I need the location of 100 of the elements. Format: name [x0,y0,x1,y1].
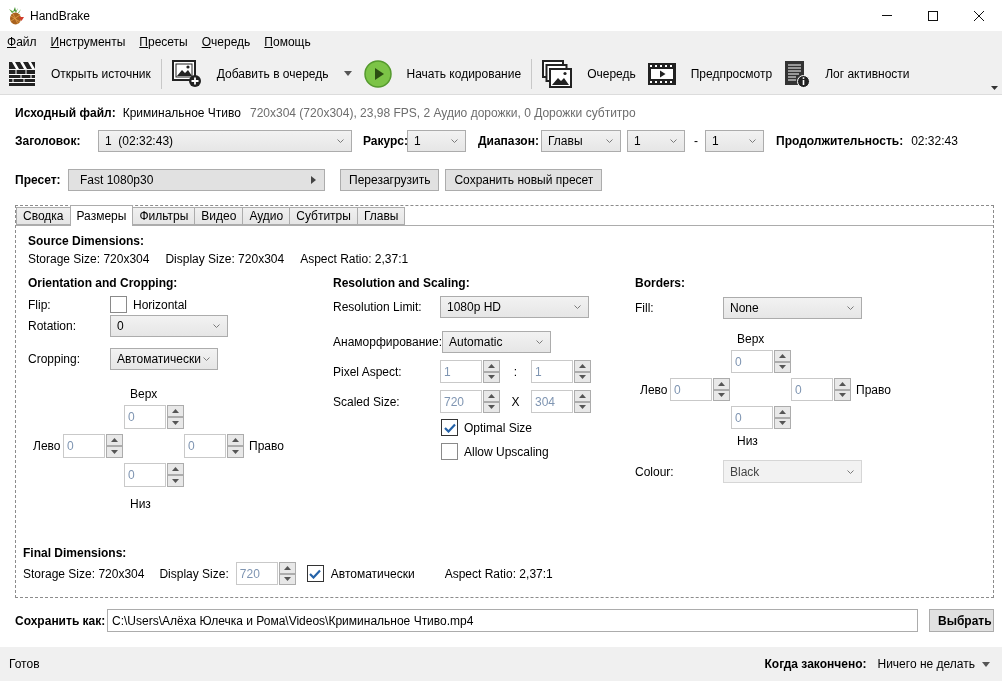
side-label: Низ [737,434,758,448]
down-arrow-icon [111,450,118,454]
spin-down-button[interactable] [106,446,123,458]
status-text: Готов [9,657,40,671]
side-label: Верх [737,332,765,346]
field-label: Диапазон: [478,134,540,148]
spin-up-button[interactable] [774,406,791,418]
maximize-icon [928,10,938,21]
spin-up-button[interactable] [483,390,500,402]
close-icon [974,10,984,21]
field-label: Заголовок: [15,134,82,148]
spin-up-button[interactable] [167,405,184,417]
tab[interactable]: Видео [194,207,244,225]
angle-dropdown[interactable]: 1 [407,130,466,152]
field-label: Flip: [28,297,52,312]
checkbox-label: Optimal Size [464,420,533,435]
section-heading: Final Dimensions: [23,546,127,560]
up-arrow-icon [283,565,291,570]
spin-up-button[interactable] [167,463,184,475]
toolbar-button[interactable]: Лог активности [778,55,916,92]
caret-down-icon [343,71,352,76]
film-frame-icon [647,61,676,86]
toolbar-button[interactable]: Очередь [536,55,642,92]
down-arrow-icon [779,365,786,370]
down-arrow-icon [579,405,586,410]
tab[interactable]: Субтитры [289,207,358,225]
up-arrow-icon [579,393,586,398]
range-mode-dropdown[interactable]: Главы [541,130,621,152]
spin-up-button[interactable] [483,360,500,372]
up-arrow-icon [111,438,118,442]
toolbar-button[interactable]: Открыть источник [2,55,157,92]
menu-item[interactable]: Помощь [257,33,318,51]
field-label: Fill: [635,301,655,315]
tab[interactable]: Размеры [69,205,134,226]
source-details: 720x304 (720x304), 23,98 FPS, 2 Аудио дорожки, 0 Дорожки субтитро [250,106,636,120]
checkbox[interactable] [441,419,458,436]
tab[interactable]: Главы [356,207,406,225]
down-arrow-icon [839,393,846,398]
title-dropdown[interactable]: 1 (02:32:43) [98,130,352,152]
tab[interactable]: Аудио [242,207,291,225]
range-end-dropdown[interactable]: 1 [705,130,764,152]
spin-up-button[interactable] [106,434,123,446]
menu-item[interactable]: Пресеты [132,33,195,51]
spin-up-button[interactable] [774,350,791,362]
preset-action-button[interactable]: Сохранить новый пресет [445,169,603,191]
chevron-down-icon [574,305,581,309]
menu-item[interactable]: Инструменты [43,33,133,51]
resolution-limit-dropdown[interactable]: 1080p HD [440,296,589,318]
spin-up-button[interactable] [834,378,851,390]
section-heading: Borders: [635,276,685,290]
checkbox-label: Автоматически [330,566,415,581]
when-done-dropdown[interactable]: Ничего не делать [877,657,990,671]
chevron-down-icon [847,469,854,474]
spin-down-button[interactable] [167,475,184,487]
value-separator: : [512,364,519,379]
toolbar-button[interactable]: Начать кодирование [357,55,528,92]
up-arrow-icon [488,393,495,398]
save-path-field[interactable]: C:\Users\Алёха Юлечка и Рома\Videos\Криминальное Чтиво.mp4 [107,609,918,632]
checkbox[interactable] [110,296,127,313]
field-label: Пресет: [15,173,62,187]
up-arrow-icon [718,381,725,386]
down-arrow-icon [488,405,495,410]
checkbox[interactable] [306,565,324,582]
checkmark-icon [309,568,322,579]
toolbar-button[interactable]: Предпросмотр [641,55,779,92]
browse-button[interactable]: Выбрать [929,609,994,632]
menu-item[interactable]: Файл [0,33,44,51]
fill-dropdown[interactable]: None [723,297,862,319]
down-arrow-icon [283,577,291,582]
tab[interactable]: Фильтры [132,207,196,225]
caret-right-icon [311,176,316,184]
toolbar-button[interactable]: Добавить в очередь [165,55,358,92]
source-name: Криминальное Чтиво [122,106,241,120]
chevron-down-icon [536,340,544,344]
spin-down-button[interactable] [227,446,244,458]
range-start-dropdown[interactable]: 1 [627,130,685,152]
chevron-down-icon [749,139,756,143]
spin-up-button[interactable] [574,390,591,402]
spin-up-button[interactable] [227,434,244,446]
cropping-dropdown[interactable]: Автоматически [110,348,218,370]
menu-item[interactable]: Очередь [194,33,258,51]
rotation-dropdown[interactable]: 0 [110,315,228,337]
tab[interactable]: Сводка [16,207,71,225]
preset-action-button[interactable]: Перезагрузить [340,169,440,191]
play-icon [363,59,392,88]
chevron-down-icon [213,324,220,328]
up-arrow-icon [779,353,786,358]
info-text: Aspect Ratio: 2,37:1 [444,566,553,581]
preset-dropdown[interactable]: Fast 1080p30 [68,169,325,191]
down-arrow-icon [488,375,495,380]
spin-down-button[interactable] [167,417,184,429]
field-label: Ракурс: [363,134,407,148]
spin-up-button[interactable] [713,378,730,390]
info-text: Storage Size: 720x304 [23,566,145,581]
down-arrow-icon [779,421,786,426]
anamorphic-dropdown[interactable]: Automatic [442,331,552,353]
spin-up-button[interactable] [574,360,591,372]
checkbox[interactable] [441,443,458,460]
spin-up-button[interactable] [278,562,296,574]
overflow-caret-icon[interactable] [991,86,998,90]
